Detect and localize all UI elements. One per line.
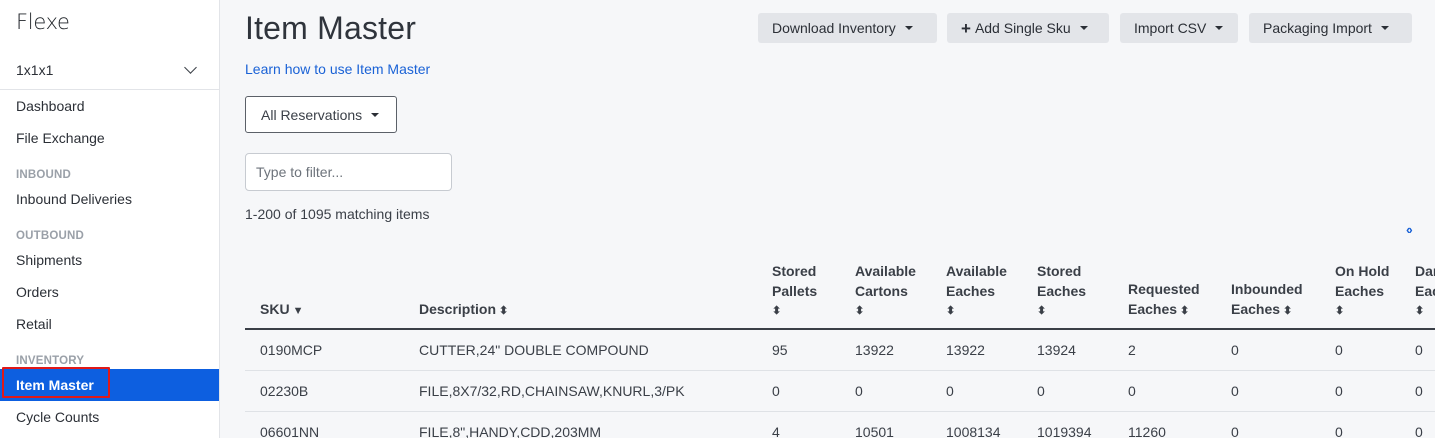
sidebar-item-shipments[interactable]: Shipments xyxy=(0,244,219,276)
sidebar-item-retail[interactable]: Retail xyxy=(0,308,219,340)
cell-requested-eaches: 2 xyxy=(1113,329,1216,371)
sidebar-item-cycle-counts[interactable]: Cycle Counts xyxy=(0,401,219,433)
sidebar-item-inbound-deliveries[interactable]: Inbound Deliveries xyxy=(0,183,219,215)
chevron-down-icon xyxy=(184,61,197,74)
reservations-label: All Reservations xyxy=(261,106,363,123)
cell-sku: 02230B xyxy=(245,370,404,412)
cell-description: CUTTER,24" DOUBLE COMPOUND xyxy=(404,329,757,371)
col-header-description[interactable]: Description ⬍ xyxy=(404,240,757,330)
table-row[interactable]: 0190MCP CUTTER,24" DOUBLE COMPOUND 95 13… xyxy=(245,329,1435,371)
section-inbound: INBOUND xyxy=(16,169,72,181)
col-header-requested-eaches[interactable]: Requested Eaches ⬍ xyxy=(1113,240,1216,330)
cell-damaged-eaches: 0 xyxy=(1400,329,1435,371)
add-single-sku-label: Add Single Sku xyxy=(974,20,1071,36)
add-single-sku-button[interactable]: + Add Single Sku xyxy=(947,13,1109,43)
cell-available-cartons: 10501 xyxy=(840,411,931,438)
cell-description: FILE,8",HANDY,CDD,203MM xyxy=(404,411,757,438)
col-header-sku[interactable]: SKU ▼ xyxy=(245,240,404,330)
sidebar-item-file-exchange[interactable]: File Exchange xyxy=(0,122,219,154)
caret-down-icon xyxy=(371,112,380,117)
cell-inbounded-eaches: 0 xyxy=(1216,411,1320,438)
cell-available-eaches: 1008134 xyxy=(931,411,1022,438)
cell-on-hold-eaches: 0 xyxy=(1320,411,1400,438)
sort-icon: ⬍ xyxy=(1180,305,1190,317)
learn-link[interactable]: Learn how to use Item Master xyxy=(245,61,430,77)
cell-available-cartons: 0 xyxy=(840,370,931,412)
col-header-available-cartons[interactable]: Available Cartons ⬍ xyxy=(840,240,931,330)
section-inventory: INVENTORY xyxy=(16,355,85,367)
import-csv-button[interactable]: Import CSV xyxy=(1120,13,1238,43)
cell-stored-eaches: 1019394 xyxy=(1022,411,1113,438)
cell-damaged-eaches: 0 xyxy=(1400,411,1435,438)
flexe-logo[interactable]: Flexe xyxy=(16,10,70,34)
reservations-dropdown[interactable]: All Reservations xyxy=(245,96,397,133)
account-selector[interactable]: 1x1x1 xyxy=(0,50,219,90)
sort-icon: ⬍ xyxy=(1037,305,1047,317)
sort-icon: ⬍ xyxy=(1415,305,1425,317)
import-csv-label: Import CSV xyxy=(1134,20,1207,36)
cell-inbounded-eaches: 0 xyxy=(1216,329,1320,371)
sidebar-item-orders[interactable]: Orders xyxy=(0,276,219,308)
cell-requested-eaches: 0 xyxy=(1113,370,1216,412)
cell-stored-pallets: 4 xyxy=(757,411,840,438)
main-content: Item Master Learn how to use Item Master… xyxy=(220,0,1435,438)
table-row[interactable]: 02230B FILE,8X7/32,RD,CHAINSAW,KNURL,3/P… xyxy=(245,370,1435,412)
item-table-container[interactable]: SKU ▼ Description ⬍ Stored Pallets ⬍ Availa… xyxy=(245,240,1435,438)
page-title: Item Master xyxy=(245,10,417,46)
cell-stored-pallets: 0 xyxy=(757,370,840,412)
cell-on-hold-eaches: 0 xyxy=(1320,370,1400,412)
packaging-import-label: Packaging Import xyxy=(1263,20,1372,36)
sidebar: Flexe 1x1x1 Dashboard File Exchange INBO… xyxy=(0,0,220,438)
cell-inbounded-eaches: 0 xyxy=(1216,370,1320,412)
sort-icon: ⬍ xyxy=(946,305,956,317)
sort-icon: ⬍ xyxy=(1283,305,1293,317)
sort-icon: ⬍ xyxy=(499,305,509,317)
sort-down-icon: ▼ xyxy=(292,305,304,317)
code-arrows-icon[interactable]: ‹› xyxy=(1406,222,1413,237)
cell-sku: 06601NN xyxy=(245,411,404,438)
sort-icon: ⬍ xyxy=(1335,305,1345,317)
table-row[interactable]: 06601NN FILE,8",HANDY,CDD,203MM 4 10501 … xyxy=(245,411,1435,438)
plus-icon: + xyxy=(961,18,971,38)
col-header-on-hold-eaches[interactable]: On Hold Eaches ⬍ xyxy=(1320,240,1400,330)
table-header-row: SKU ▼ Description ⬍ Stored Pallets ⬍ Availa… xyxy=(245,240,1435,330)
caret-down-icon xyxy=(1079,26,1088,30)
caret-down-icon xyxy=(904,26,913,30)
download-inventory-label: Download Inventory xyxy=(772,20,896,36)
col-header-stored-eaches[interactable]: Stored Eaches ⬍ xyxy=(1022,240,1113,330)
cell-stored-eaches: 0 xyxy=(1022,370,1113,412)
cell-available-cartons: 13922 xyxy=(840,329,931,371)
cell-description: FILE,8X7/32,RD,CHAINSAW,KNURL,3/PK xyxy=(404,370,757,412)
account-name: 1x1x1 xyxy=(16,61,54,78)
cell-sku: 0190MCP xyxy=(245,329,404,371)
col-header-damaged-eaches[interactable]: Damaged Eaches⬍ xyxy=(1400,240,1435,330)
cell-available-eaches: 0 xyxy=(931,370,1022,412)
cell-damaged-eaches: 0 xyxy=(1400,370,1435,412)
sort-icon: ⬍ xyxy=(855,305,865,317)
filter-input[interactable] xyxy=(245,153,452,191)
sidebar-item-item-master[interactable]: Item Master xyxy=(0,369,219,401)
cell-available-eaches: 13922 xyxy=(931,329,1022,371)
cell-stored-eaches: 13924 xyxy=(1022,329,1113,371)
col-header-available-eaches[interactable]: Available Eaches ⬍ xyxy=(931,240,1022,330)
packaging-import-button[interactable]: Packaging Import xyxy=(1249,13,1412,43)
section-outbound: OUTBOUND xyxy=(16,230,85,242)
cell-on-hold-eaches: 0 xyxy=(1320,329,1400,371)
col-header-inbounded-eaches[interactable]: Inbounded Eaches ⬍ xyxy=(1216,240,1320,330)
download-inventory-button[interactable]: Download Inventory xyxy=(758,13,937,43)
sidebar-item-dashboard[interactable]: Dashboard xyxy=(0,90,219,122)
match-count: 1-200 of 1095 matching items xyxy=(245,206,430,222)
caret-down-icon xyxy=(1380,26,1389,30)
sort-icon: ⬍ xyxy=(772,305,782,317)
col-header-stored-pallets[interactable]: Stored Pallets ⬍ xyxy=(757,240,840,330)
cell-requested-eaches: 11260 xyxy=(1113,411,1216,438)
item-table: SKU ▼ Description ⬍ Stored Pallets ⬍ Availa… xyxy=(245,240,1435,438)
caret-down-icon xyxy=(1215,26,1224,30)
cell-stored-pallets: 95 xyxy=(757,329,840,371)
